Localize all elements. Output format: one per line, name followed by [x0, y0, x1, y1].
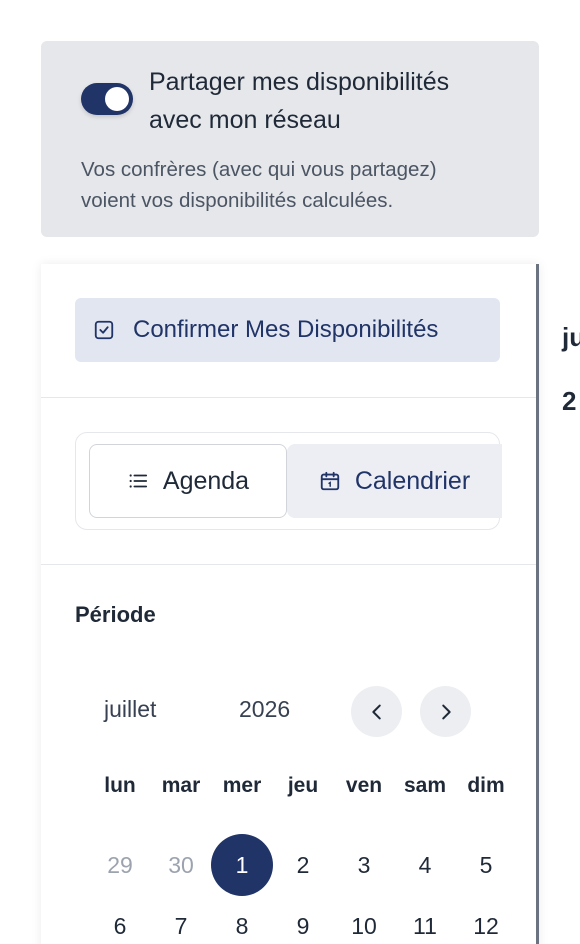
calendar-day[interactable]: 9 [272, 895, 334, 944]
calendar-day[interactable]: 10 [333, 895, 395, 944]
weekday-label: sam [403, 774, 447, 797]
calendar-day[interactable]: 11 [394, 895, 456, 944]
share-desc-line1: Vos confrères (avec qui vous partagez) [81, 158, 437, 181]
share-title: Partager mes disponibilités avec mon rés… [149, 63, 509, 139]
confirm-availability-button[interactable]: Confirmer Mes Disponibilités [75, 298, 500, 362]
calendar-day[interactable]: 29 [89, 834, 151, 896]
view-calendar-button[interactable]: Calendrier [287, 444, 502, 518]
calendar-day[interactable]: 12 [455, 895, 517, 944]
divider [41, 397, 536, 398]
share-title-line2: avec mon réseau [149, 106, 341, 134]
weekday-label: ven [345, 774, 383, 797]
calendar-day[interactable]: 3 [333, 834, 395, 896]
period-heading: Période [75, 602, 156, 627]
share-desc-line2: voient vos disponibilités calculées. [81, 189, 394, 212]
calendar-day-selected[interactable]: 1 [211, 834, 273, 896]
share-toggle[interactable] [81, 83, 133, 115]
chevron-right-icon [441, 704, 451, 719]
divider [41, 564, 536, 565]
calendar-year[interactable]: 2026 [239, 696, 290, 723]
calendar-day[interactable]: 7 [150, 895, 212, 944]
next-month-button[interactable] [420, 686, 471, 737]
availability-panel: Confirmer Mes Disponibilités Agenda Cale… [41, 264, 539, 944]
calendar-day[interactable]: 8 [211, 895, 273, 944]
share-availability-card: Partager mes disponibilités avec mon rés… [41, 41, 539, 237]
toggle-knob [105, 87, 129, 111]
weekday-label: mer [222, 774, 262, 797]
calendar-day[interactable]: 4 [394, 834, 456, 896]
calendar-day[interactable]: 6 [89, 895, 151, 944]
view-agenda-label: Agenda [162, 466, 250, 495]
share-description: Vos confrères (avec qui vous partagez) v… [81, 154, 511, 216]
calendar-day[interactable]: 30 [150, 834, 212, 896]
calendar-month[interactable]: juillet [104, 696, 156, 723]
share-title-line1: Partager mes disponibilités [149, 68, 450, 96]
view-agenda-button[interactable]: Agenda [89, 444, 287, 518]
chevron-left-icon [371, 704, 381, 719]
view-calendar-label: Calendrier [354, 466, 471, 495]
previous-month-button[interactable] [351, 686, 402, 737]
weekday-label: jeu [287, 774, 319, 797]
calendar-day[interactable]: 5 [455, 834, 517, 896]
calendar-icon [320, 471, 339, 491]
edge-text-fragment: ju [562, 322, 580, 352]
weekday-label: lun [104, 774, 136, 797]
weekday-label: mar [161, 774, 201, 797]
list-icon [129, 474, 147, 488]
checkbox-check-icon [94, 320, 114, 340]
confirm-availability-label: Confirmer Mes Disponibilités [133, 316, 439, 343]
calendar-day[interactable]: 2 [272, 834, 334, 896]
edge-number-fragment: 2 [562, 386, 577, 416]
view-switcher: Agenda Calendrier [75, 432, 502, 530]
weekday-label: dim [467, 774, 505, 797]
